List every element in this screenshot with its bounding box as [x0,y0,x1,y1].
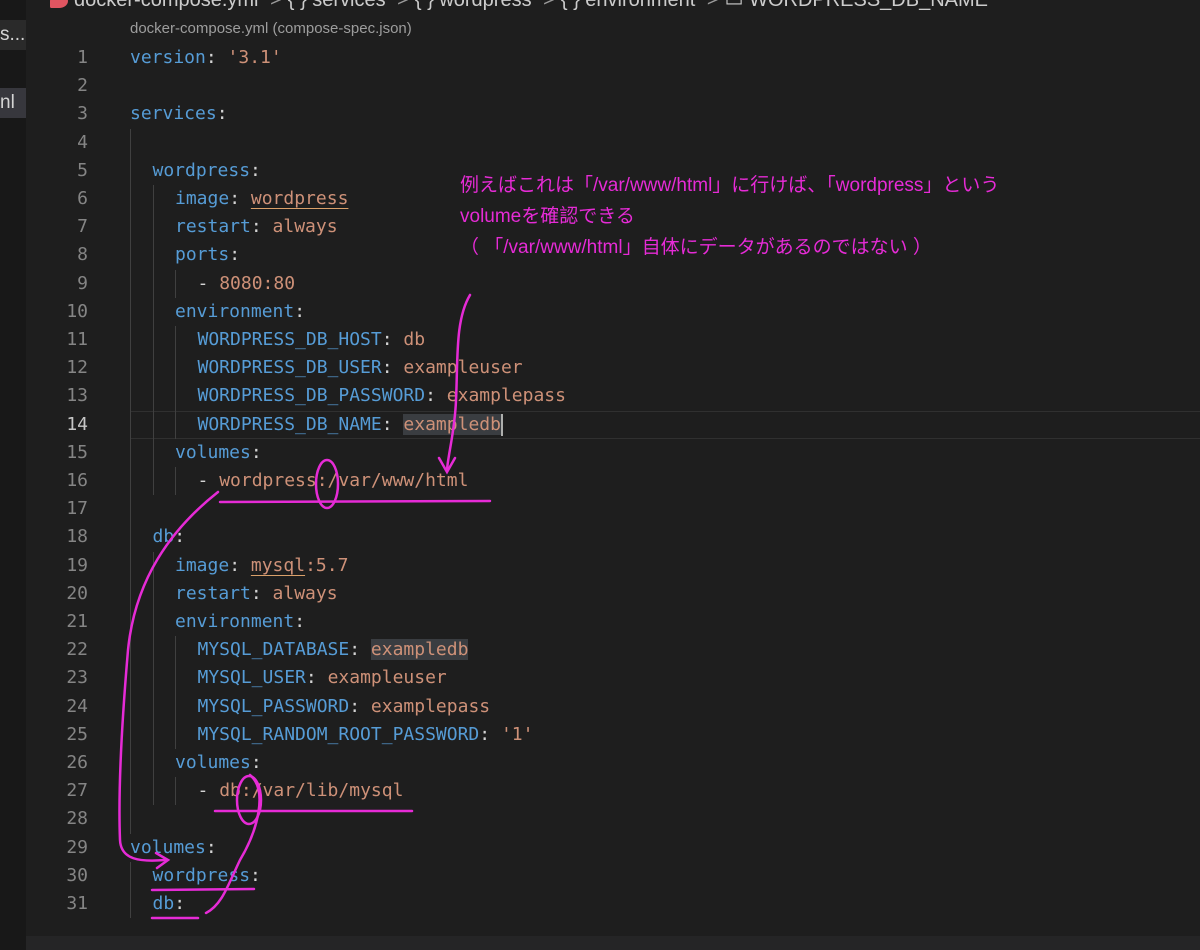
underline-wordpress-volume [218,499,492,504]
link-wordpress-to-volumes [118,490,220,862]
annotation-drawings [118,293,492,920]
arrow-to-html-path [445,293,472,472]
underline-volume-wordpress [150,887,256,892]
link-db-to-volumes [204,773,261,915]
horizontal-scrollbar[interactable] [26,936,1200,950]
